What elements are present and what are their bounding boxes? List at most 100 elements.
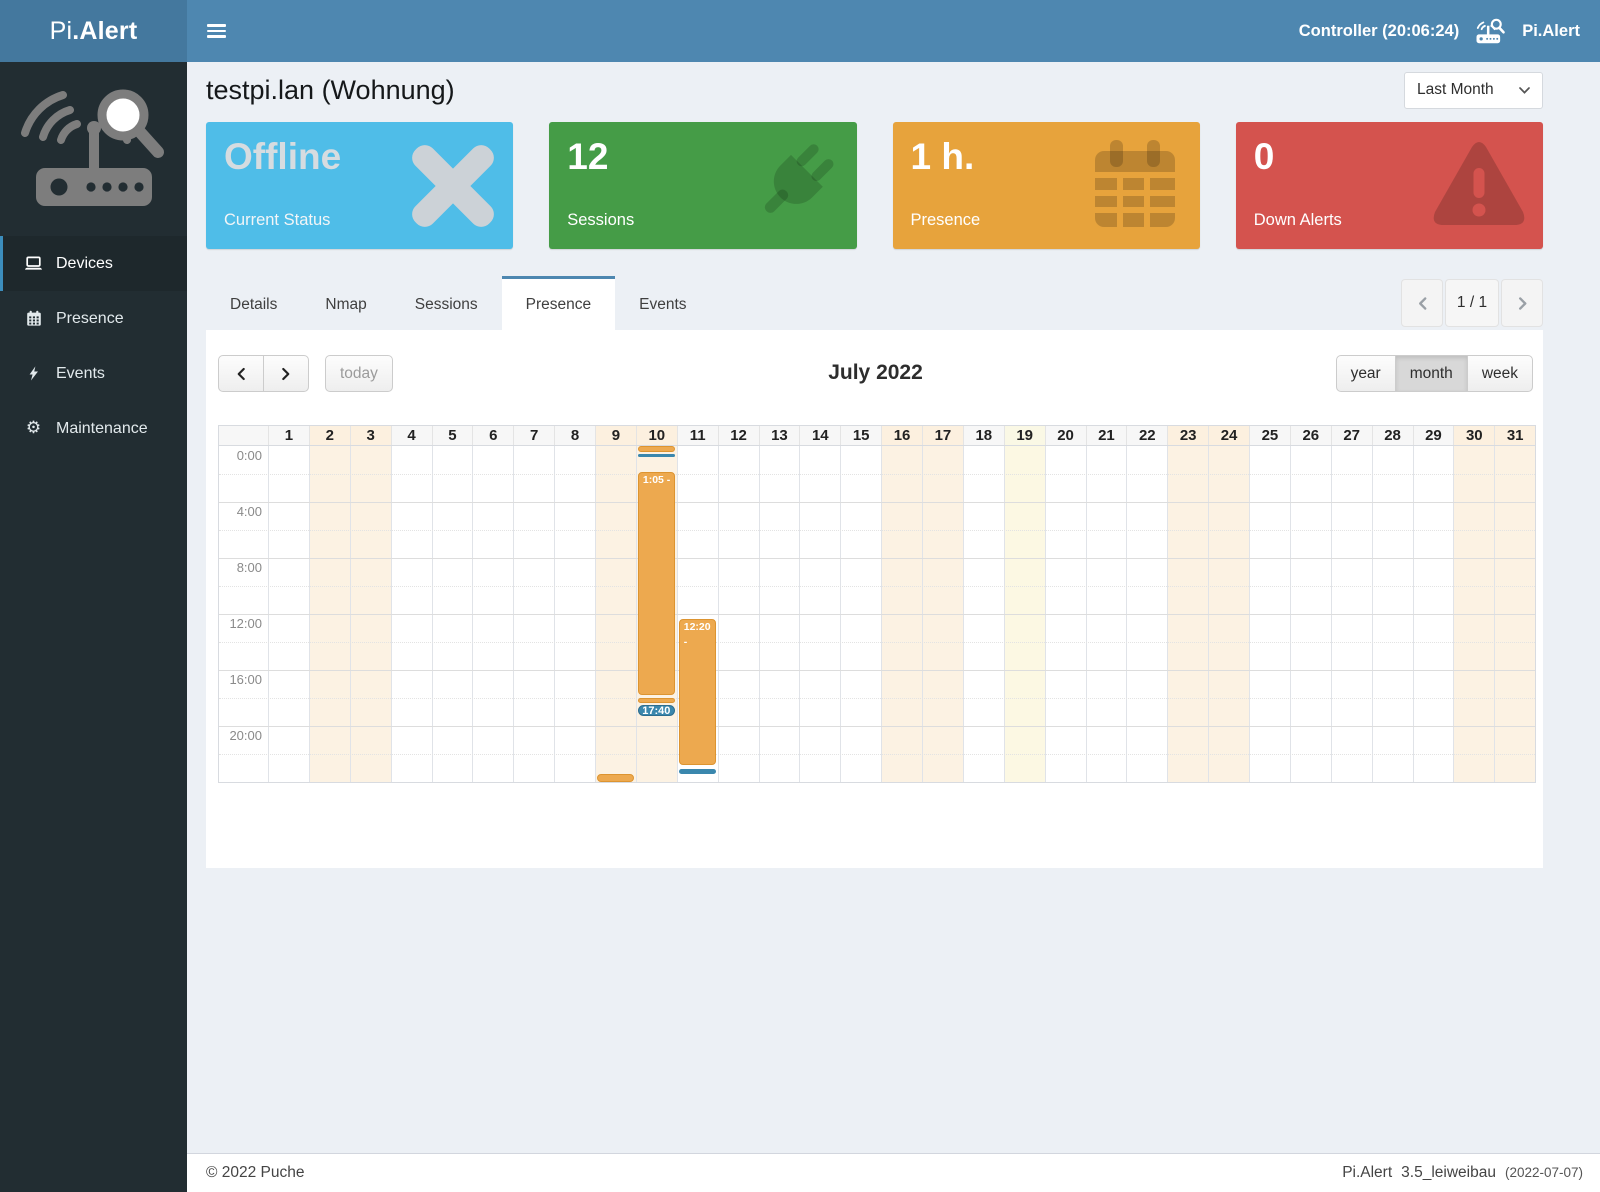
day-column[interactable]: [1005, 446, 1046, 782]
time-gutter: 0:004:008:0012:0016:0020:00: [219, 446, 269, 782]
day-header: 1: [269, 426, 310, 445]
sidebar-item-presence[interactable]: Presence: [0, 291, 187, 346]
app-logo[interactable]: Pi.Alert: [0, 0, 187, 62]
presence-event[interactable]: [597, 774, 634, 782]
day-column[interactable]: [719, 446, 760, 782]
day-column[interactable]: [1209, 446, 1250, 782]
router-search-logo-icon: [19, 84, 169, 212]
footer-app-version: 3.5_leiweibau: [1401, 1164, 1496, 1182]
pialert-app: Pi.Alert Controller (20:06:24): [0, 0, 1600, 1192]
day-column[interactable]: [351, 446, 392, 782]
day-column[interactable]: [1046, 446, 1087, 782]
day-column[interactable]: [882, 446, 923, 782]
bolt-icon: [24, 365, 43, 382]
controller-link[interactable]: Controller (20:06:24): [1299, 22, 1459, 41]
day-column[interactable]: 12:20 -: [678, 446, 719, 782]
down-alerts-card[interactable]: 0 Down Alerts: [1236, 122, 1543, 249]
sidebar-toggle-button[interactable]: [194, 0, 238, 62]
period-select[interactable]: Last Month: [1404, 72, 1543, 109]
sessions-card[interactable]: 12 Sessions: [549, 122, 856, 249]
day-header: 29: [1414, 426, 1455, 445]
calendar-next-button[interactable]: [263, 355, 309, 392]
calendar-today-button[interactable]: today: [325, 355, 393, 392]
calendar-day-header-row: 1234567891011121314151617181920212223242…: [219, 426, 1535, 446]
presence-event[interactable]: 1:05 -: [638, 472, 675, 695]
day-column[interactable]: [1414, 446, 1455, 782]
day-header: 28: [1373, 426, 1414, 445]
day-column[interactable]: [1291, 446, 1332, 782]
presence-event[interactable]: 12:20 -: [679, 619, 716, 765]
day-header: 4: [392, 426, 433, 445]
day-column[interactable]: [1454, 446, 1495, 782]
day-column[interactable]: [514, 446, 555, 782]
day-column[interactable]: [1087, 446, 1128, 782]
day-column[interactable]: [596, 446, 637, 782]
day-column[interactable]: [433, 446, 474, 782]
logo-suffix: .Alert: [72, 17, 137, 46]
session-marker-event[interactable]: [638, 454, 675, 457]
day-column[interactable]: [1127, 446, 1168, 782]
sidebar: Devices Presence Events ⚙ Maintenance: [0, 62, 187, 1192]
time-gutter-header: [219, 426, 269, 445]
day-column[interactable]: [269, 446, 310, 782]
view-month-button[interactable]: month: [1395, 355, 1468, 392]
day-header: 3: [351, 426, 392, 445]
session-marker-event[interactable]: 17:40: [638, 705, 675, 716]
tab-details[interactable]: Details: [206, 276, 301, 330]
brand-link[interactable]: Pi.Alert: [1522, 22, 1580, 41]
day-column[interactable]: 1:05 - 17:40: [637, 446, 678, 782]
day-header: 20: [1046, 426, 1087, 445]
view-week-button[interactable]: week: [1467, 355, 1533, 392]
calendar-prev-button[interactable]: [218, 355, 264, 392]
chevron-left-icon: [236, 367, 246, 381]
tab-nmap[interactable]: Nmap: [301, 276, 390, 330]
sidebar-item-devices[interactable]: Devices: [0, 236, 187, 291]
day-column[interactable]: [392, 446, 433, 782]
time-label: 0:00: [237, 448, 262, 463]
tab-events[interactable]: Events: [615, 276, 710, 330]
presence-event[interactable]: [638, 698, 675, 703]
tab-sessions[interactable]: Sessions: [391, 276, 502, 330]
day-header: 9: [596, 426, 637, 445]
day-column[interactable]: [760, 446, 801, 782]
device-pager: 1 / 1: [1401, 279, 1543, 327]
logo-prefix: Pi: [50, 17, 73, 46]
sidebar-item-label: Events: [56, 365, 105, 383]
day-column[interactable]: [800, 446, 841, 782]
calendar-icon: [1084, 135, 1186, 237]
tab-presence[interactable]: Presence: [502, 276, 615, 330]
router-search-icon: [1474, 18, 1507, 45]
day-column[interactable]: [841, 446, 882, 782]
warning-icon: [1429, 138, 1529, 234]
day-columns: 1:05 - 17:40 12:20 -: [269, 446, 1535, 782]
calendar-body: 0:004:008:0012:0016:0020:00 1:05 - 17:40 12…: [219, 446, 1535, 782]
day-column[interactable]: [1332, 446, 1373, 782]
sidebar-item-maintenance[interactable]: ⚙ Maintenance: [0, 401, 187, 456]
day-header: 24: [1209, 426, 1250, 445]
gear-icon: ⚙: [24, 420, 43, 437]
sidebar-item-events[interactable]: Events: [0, 346, 187, 401]
view-year-button[interactable]: year: [1336, 355, 1396, 392]
day-column[interactable]: [1495, 446, 1535, 782]
pager-prev-button[interactable]: [1401, 279, 1443, 327]
laptop-icon: [24, 256, 43, 271]
presence-card[interactable]: 1 h. Presence: [893, 122, 1200, 249]
day-column[interactable]: [310, 446, 351, 782]
day-header: 14: [800, 426, 841, 445]
day-column[interactable]: [964, 446, 1005, 782]
sessions-card-label: Sessions: [567, 211, 634, 230]
day-column[interactable]: [923, 446, 964, 782]
calendar-toolbar: today July 2022 year month week: [218, 355, 1533, 392]
pager-next-button[interactable]: [1501, 279, 1543, 327]
day-column[interactable]: [473, 446, 514, 782]
status-card[interactable]: Offline Current Status: [206, 122, 513, 249]
footer: © 2022 Puche Pi.Alert 3.5_leiweibau (202…: [187, 1153, 1600, 1192]
time-label: 16:00: [229, 672, 262, 687]
presence-event[interactable]: [638, 446, 675, 452]
session-marker-event[interactable]: [679, 769, 716, 774]
day-column[interactable]: [555, 446, 596, 782]
day-column[interactable]: [1373, 446, 1414, 782]
day-column[interactable]: [1250, 446, 1291, 782]
day-column[interactable]: [1168, 446, 1209, 782]
device-tabs: Details Nmap Sessions Presence Events 1 …: [206, 276, 1543, 330]
